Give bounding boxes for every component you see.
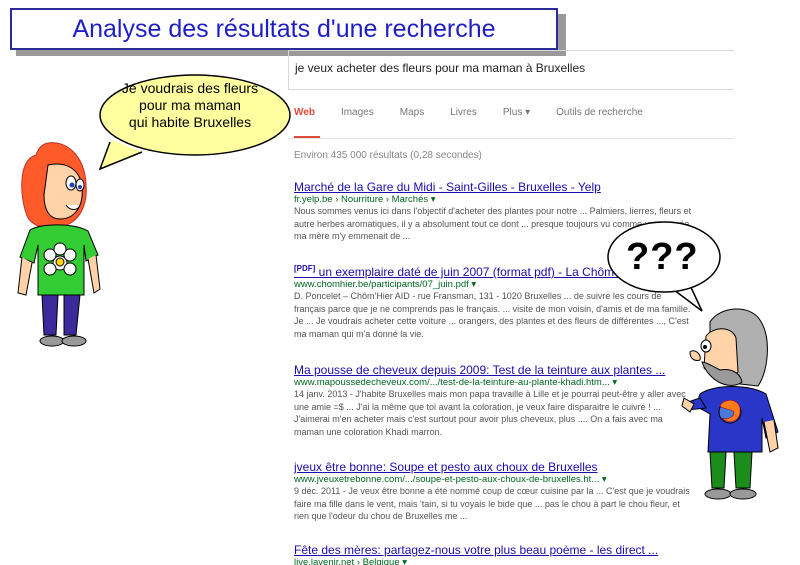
search-result: jveux être bonne: Soupe et pesto aux cho… — [294, 460, 694, 523]
result-url[interactable]: www.mapoussedecheveux.com/.../test-de-la… — [294, 377, 694, 388]
tab-images[interactable]: Images — [341, 107, 374, 118]
page-title: Analyse des résultats d'une recherche — [10, 8, 558, 50]
result-title-link[interactable]: Ma pousse de cheveux depuis 2009: Test d… — [294, 363, 694, 377]
search-input[interactable]: je veux acheter des fleurs pour ma maman… — [288, 50, 734, 90]
search-tabs: Web Images Maps Livres Plus ▾ Outils de … — [294, 107, 643, 118]
firefox-logo-icon — [718, 399, 742, 424]
tab-plus[interactable]: Plus ▾ — [503, 107, 530, 118]
result-url[interactable]: www.jveuxetrebonne.com/.../soupe-et-pest… — [294, 474, 694, 485]
tab-maps[interactable]: Maps — [400, 107, 424, 118]
result-title-link[interactable]: jveux être bonne: Soupe et pesto aux cho… — [294, 460, 694, 474]
speech-bubble-left-text: Je voudrais des fleurs pour ma maman qui… — [121, 80, 259, 130]
result-title-text[interactable]: un exemplaire daté de juin 2007 (format … — [319, 265, 639, 279]
search-result: Ma pousse de cheveux depuis 2009: Test d… — [294, 363, 694, 438]
result-url[interactable]: live.lavenir.net › Belgique ▾ — [294, 557, 694, 565]
tab-livres[interactable]: Livres — [450, 107, 477, 118]
girl-character-illustration — [17, 142, 101, 347]
search-result: Fête des mères: partagez-nous votre plus… — [294, 543, 694, 565]
result-stats: Environ 435 000 résultats (0,28 secondes… — [294, 150, 482, 161]
result-snippet: 9 déc. 2011 - Je veux être bonne a été n… — [294, 486, 690, 521]
tabs-divider — [288, 138, 734, 139]
result-snippet: 14 janv. 2013 - J'habite Bruxelles mais … — [294, 389, 686, 437]
pdf-badge: [PDF] — [294, 264, 316, 273]
result-title-link[interactable]: Fête des mères: partagez-nous votre plus… — [294, 543, 694, 557]
question-marks: ??? — [626, 236, 699, 278]
result-url[interactable]: fr.yelp.be › Nourriture › Marchés ▾ — [294, 194, 694, 205]
tab-outils[interactable]: Outils de recherche — [556, 107, 643, 118]
man-character-illustration — [681, 308, 779, 500]
result-title-link[interactable]: Marché de la Gare du Midi - Saint-Gilles… — [294, 180, 694, 194]
